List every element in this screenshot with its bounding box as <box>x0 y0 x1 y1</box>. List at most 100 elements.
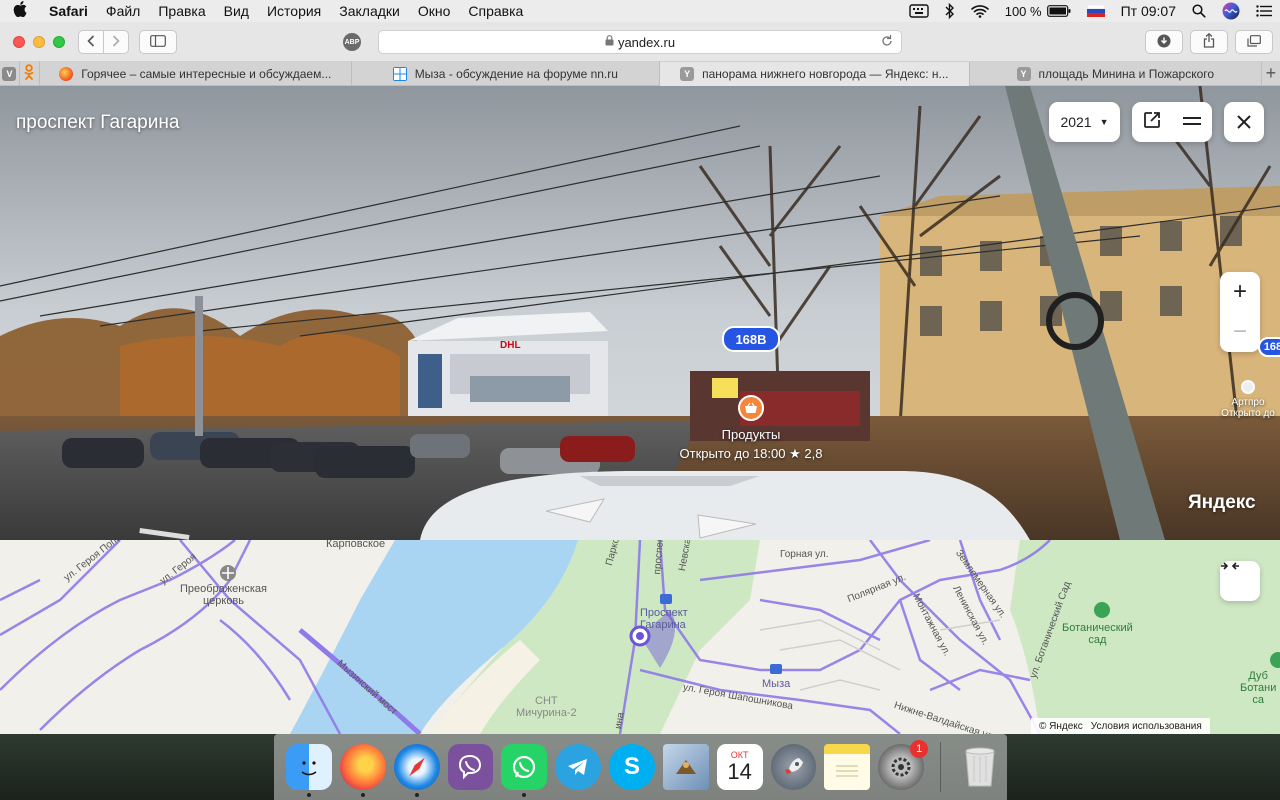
calendar-icon[interactable]: ОКТ 14 <box>716 744 763 790</box>
mini-map[interactable]: Карповское ул. Героя Попова ул. Героя Пр… <box>0 540 1280 734</box>
map-label-church: Преображенская церковь <box>180 583 267 607</box>
yandex-favicon-icon: Y <box>680 67 695 81</box>
skype-icon[interactable]: S <box>609 744 655 790</box>
map-label-snt: СНТ Мичурина-2 <box>516 695 577 719</box>
collapse-map-button[interactable] <box>1220 561 1260 601</box>
viber-icon[interactable] <box>447 744 494 790</box>
window-zoom-button[interactable] <box>53 36 65 48</box>
calendar-day: 14 <box>727 759 752 784</box>
notification-center-icon[interactable] <box>1256 5 1272 17</box>
finder-icon[interactable] <box>286 744 332 797</box>
menu-view[interactable]: Вид <box>215 3 258 19</box>
wifi-icon[interactable] <box>970 4 989 18</box>
app-menu-safari[interactable]: Safari <box>40 3 97 19</box>
poi-name: Продукты <box>721 427 781 442</box>
downloads-button[interactable] <box>1145 30 1183 54</box>
running-indicator <box>307 793 311 797</box>
clock[interactable]: Пт 09:07 <box>1121 3 1176 19</box>
zoom-out-button[interactable]: − <box>1220 312 1260 352</box>
tab-title: площадь Минина и Пожарского <box>1038 67 1215 81</box>
menu-history[interactable]: История <box>258 3 330 19</box>
keyboard-icon[interactable] <box>909 4 929 18</box>
launchpad-rocket-icon[interactable] <box>770 744 817 790</box>
yandex-favicon-icon: Y <box>1016 67 1031 81</box>
tab-nn-forum[interactable]: Мыза - обсуждение на форуме nn.ru <box>352 62 660 86</box>
plus-icon: + <box>1265 63 1277 83</box>
menu-window[interactable]: Окно <box>409 3 460 19</box>
street-panorama[interactable]: DHL проспект Гагарина 2021 ▼ + − 168В 16… <box>0 86 1280 540</box>
menu-file[interactable]: Файл <box>97 3 149 19</box>
close-panorama-button[interactable] <box>1224 102 1264 142</box>
poi-marker-icon <box>1241 380 1255 394</box>
tab-title: Горячее – самые интересные и обсуждаем..… <box>81 67 332 81</box>
adblock-plus-icon[interactable]: ABP <box>343 33 361 51</box>
pinned-tab-ok[interactable] <box>20 62 40 86</box>
show-all-tabs-button[interactable] <box>1235 30 1273 54</box>
tab-title: панорама нижнего новгорода — Яндекс: н..… <box>702 67 949 81</box>
transit-route-badge[interactable]: 168В <box>722 326 780 352</box>
menubar: Safari Файл Правка Вид История Закладки … <box>0 0 1280 22</box>
pinned-tab-vk[interactable]: V <box>0 62 20 86</box>
zoom-in-button[interactable]: + <box>1220 272 1260 312</box>
apple-menu-icon[interactable] <box>0 1 40 21</box>
trash-icon[interactable] <box>957 744 1003 790</box>
input-source-flag-icon[interactable] <box>1086 5 1105 17</box>
poi-hours: Открыто до 18:00 <box>679 446 786 461</box>
window-minimize-button[interactable] <box>33 36 45 48</box>
map-label-myza: Мыза <box>762 678 791 690</box>
map-copyright: © Яндекс Условия использования <box>1031 718 1210 734</box>
bluetooth-icon[interactable] <box>945 3 955 19</box>
pinned-label-v: V <box>6 69 13 79</box>
battery-status[interactable]: 100 % <box>1005 4 1071 19</box>
battery-icon <box>1046 5 1071 17</box>
tab-title: Мыза - обсуждение на форуме nn.ru <box>414 67 618 81</box>
url-text: yandex.ru <box>617 34 676 50</box>
terms-link[interactable]: Условия использования <box>1091 721 1202 732</box>
mail-stamp-icon[interactable] <box>662 744 709 790</box>
tab-pikabu[interactable]: Горячее – самые интересные и обсуждаем..… <box>40 62 352 86</box>
safari-toolbar: ABP yandex.ru <box>0 22 1280 62</box>
sidebar-toggle-button[interactable] <box>139 30 177 54</box>
share-icon <box>1203 32 1215 51</box>
download-icon <box>1157 34 1171 51</box>
poi-edge[interactable]: Артпро Открыто до <box>1216 380 1280 419</box>
address-bar[interactable]: yandex.ru <box>378 30 902 54</box>
transit-route-badge-edge[interactable]: 168 <box>1258 337 1280 357</box>
menu-bookmarks[interactable]: Закладки <box>330 3 409 19</box>
notification-badge: 1 <box>910 740 929 758</box>
spotlight-search-icon[interactable] <box>1192 4 1206 18</box>
plus-icon: + <box>1232 278 1247 305</box>
back-button[interactable] <box>78 30 104 54</box>
poi-grocery-store[interactable]: Продукты Открыто до 18:00 ★ 2,8 <box>668 395 834 462</box>
tab-yandex-panorama[interactable]: Y панорама нижнего новгорода — Яндекс: н… <box>659 62 970 86</box>
close-icon <box>1237 109 1251 135</box>
sidebar-icon <box>150 34 166 50</box>
battery-percent: 100 % <box>1004 3 1042 19</box>
panorama-tools-group <box>1132 102 1212 142</box>
tab-minin-square[interactable]: Y площадь Минина и Пожарского <box>970 62 1262 86</box>
running-indicator <box>360 793 365 797</box>
street-name-label: проспект Гагарина <box>16 112 180 133</box>
firefox-icon[interactable] <box>339 744 386 797</box>
year-dropdown[interactable]: 2021 ▼ <box>1049 102 1120 142</box>
pikabu-favicon-icon <box>59 67 74 81</box>
telegram-icon[interactable] <box>555 744 602 790</box>
safari-icon[interactable] <box>393 744 440 797</box>
menu-edit[interactable]: Правка <box>149 3 214 19</box>
forward-button[interactable] <box>103 30 129 54</box>
dock: S ОКТ 14 1 <box>274 734 1007 800</box>
notes-icon[interactable] <box>824 744 871 790</box>
odnoklassniki-favicon-icon <box>24 63 34 85</box>
menu-help[interactable]: Справка <box>459 3 532 19</box>
new-tab-button[interactable]: + <box>1262 62 1280 85</box>
reload-icon[interactable] <box>881 34 893 50</box>
shopping-basket-icon <box>738 395 764 421</box>
share-button[interactable] <box>1190 30 1228 54</box>
whatsapp-icon[interactable] <box>501 744 548 797</box>
open-external-icon[interactable] <box>1143 111 1161 134</box>
menu-icon[interactable] <box>1183 113 1201 131</box>
siri-icon[interactable] <box>1222 2 1240 20</box>
system-preferences-gear-icon[interactable]: 1 <box>878 740 929 790</box>
minus-icon: − <box>1232 318 1247 345</box>
window-close-button[interactable] <box>13 36 25 48</box>
